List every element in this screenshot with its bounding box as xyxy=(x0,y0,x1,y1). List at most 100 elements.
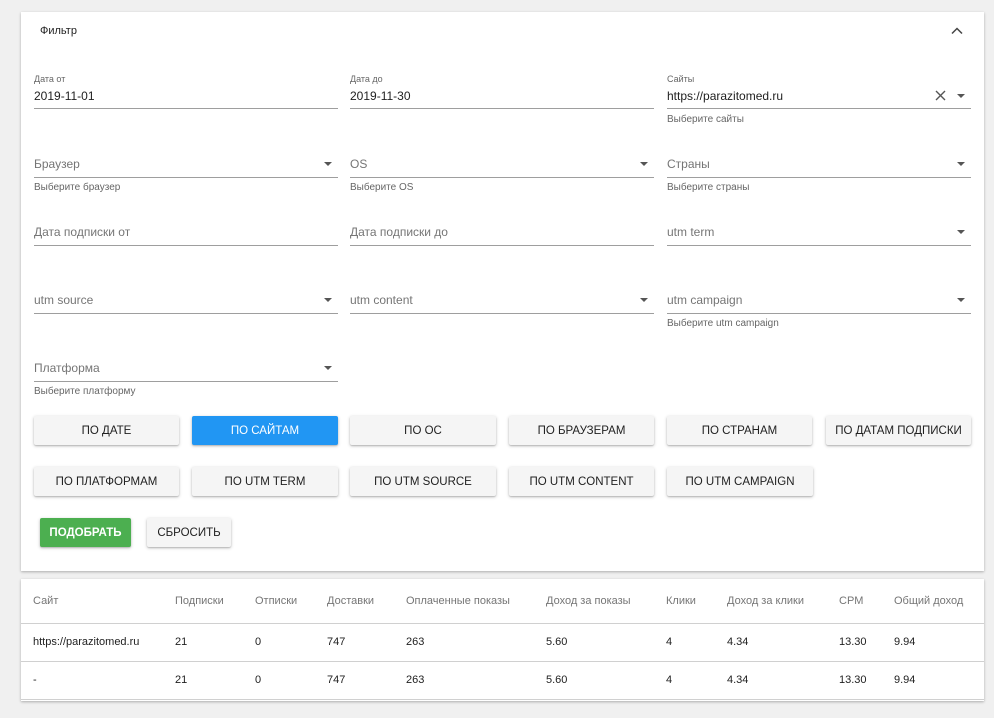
utm-source-select[interactable]: utm source xyxy=(34,290,338,316)
table-cell: 263 xyxy=(406,623,546,662)
table-cell: 5.60 xyxy=(546,623,666,662)
chevron-down-icon[interactable] xyxy=(957,94,965,98)
group-by-sub-date-button[interactable]: По датам подписки xyxy=(826,416,971,445)
results-table: Сайт Подписки Отписки Доставки Оплаченны… xyxy=(21,579,984,700)
utm-content-placeholder: utm content xyxy=(350,293,413,307)
table-cell: 13.30 xyxy=(839,623,894,662)
table-cell: https://parazitomed.ru xyxy=(21,623,175,662)
column-header[interactable]: Доход за клики xyxy=(727,579,839,624)
utm-source-placeholder: utm source xyxy=(34,293,94,307)
countries-select[interactable]: Страны Выберите страны xyxy=(667,154,971,198)
chevron-up-icon[interactable] xyxy=(950,24,964,38)
group-by-utm-term-button[interactable]: По UTM term xyxy=(192,467,338,496)
group-by-browsers-button[interactable]: По браузерам xyxy=(509,416,654,445)
filter-panel: Фильтр Дата от 2019-11-01 Дата до 2019-1… xyxy=(21,12,984,571)
column-header[interactable]: Общий доход xyxy=(894,579,984,624)
platform-select[interactable]: Платформа Выберите платформу xyxy=(34,358,338,402)
column-header[interactable]: Отписки xyxy=(255,579,327,624)
table-row: - 21 0 747 263 5.60 4 4.34 13.30 9.94 xyxy=(21,661,984,700)
os-underline xyxy=(350,177,654,178)
utm-campaign-select[interactable]: utm campaign Выберите utm campaign xyxy=(667,290,971,334)
browser-placeholder: Браузер xyxy=(34,157,80,171)
group-by-sites-button[interactable]: По сайтам xyxy=(192,416,338,445)
sites-hint: Выберите сайты xyxy=(667,114,744,125)
group-by-utm-source-button[interactable]: По UTM source xyxy=(350,467,496,496)
sub-date-to-field[interactable]: Дата подписки до xyxy=(350,222,654,248)
sub-date-to-placeholder: Дата подписки до xyxy=(350,225,448,239)
countries-placeholder: Страны xyxy=(667,157,710,171)
table-cell: 13.30 xyxy=(839,661,894,700)
chevron-down-icon[interactable] xyxy=(640,298,648,302)
table-cell: 5.60 xyxy=(546,661,666,700)
column-header[interactable]: Клики xyxy=(666,579,727,624)
sites-label: Сайты xyxy=(667,74,695,84)
date-to-field[interactable]: Дата до 2019-11-30 xyxy=(350,72,654,112)
chevron-down-icon[interactable] xyxy=(957,162,965,166)
column-header[interactable]: Доставки xyxy=(327,579,406,624)
filter-title: Фильтр xyxy=(40,25,77,37)
browser-select[interactable]: Браузер Выберите браузер xyxy=(34,154,338,198)
sub-date-from-field[interactable]: Дата подписки от xyxy=(34,222,338,248)
platform-hint: Выберите платформу xyxy=(34,386,136,397)
table-cell: 21 xyxy=(175,623,255,662)
table-cell: 747 xyxy=(327,661,406,700)
table-cell: 0 xyxy=(255,623,327,662)
os-hint: Выберите OS xyxy=(350,182,414,193)
column-header[interactable]: Оплаченные показы xyxy=(406,579,546,624)
date-to-label: Дата до xyxy=(350,74,383,84)
date-from-label: Дата от xyxy=(34,74,66,84)
column-header[interactable]: Подписки xyxy=(175,579,255,624)
utm-term-select[interactable]: utm term xyxy=(667,222,971,248)
chevron-down-icon[interactable] xyxy=(324,162,332,166)
table-cell: 21 xyxy=(175,661,255,700)
utm-content-select[interactable]: utm content xyxy=(350,290,654,316)
platform-underline xyxy=(34,381,338,382)
date-to-value: 2019-11-30 xyxy=(350,89,411,103)
browser-underline xyxy=(34,177,338,178)
column-header[interactable]: Доход за показы xyxy=(546,579,666,624)
os-placeholder: OS xyxy=(350,157,368,171)
group-by-os-button[interactable]: По ОС xyxy=(350,416,496,445)
utm-campaign-hint: Выберите utm campaign xyxy=(667,318,779,329)
platform-placeholder: Платформа xyxy=(34,361,100,375)
countries-hint: Выберите страны xyxy=(667,182,750,193)
date-from-field[interactable]: Дата от 2019-11-01 xyxy=(34,72,338,112)
utm-campaign-placeholder: utm campaign xyxy=(667,293,743,307)
sites-select[interactable]: Сайты https://parazitomed.ru Выберите са… xyxy=(667,72,971,128)
date-from-underline xyxy=(34,108,338,109)
date-to-underline xyxy=(350,108,654,109)
chevron-down-icon[interactable] xyxy=(957,230,965,234)
chevron-down-icon[interactable] xyxy=(324,298,332,302)
chevron-down-icon[interactable] xyxy=(957,298,965,302)
table-cell: 4.34 xyxy=(727,623,839,662)
table-header-row: Сайт Подписки Отписки Доставки Оплаченны… xyxy=(21,579,984,624)
sub-date-to-underline xyxy=(350,245,654,246)
group-by-utm-content-button[interactable]: По UTM content xyxy=(509,467,654,496)
table-cell: 263 xyxy=(406,661,546,700)
chevron-down-icon[interactable] xyxy=(324,366,332,370)
table-row: https://parazitomed.ru 21 0 747 263 5.60… xyxy=(21,623,984,662)
sites-value: https://parazitomed.ru xyxy=(667,89,784,103)
table-cell: 0 xyxy=(255,661,327,700)
table-cell: - xyxy=(21,661,175,700)
apply-button[interactable]: Подобрать xyxy=(40,518,131,547)
column-header[interactable]: Сайт xyxy=(21,579,175,624)
sub-date-from-underline xyxy=(34,245,338,246)
table-cell: 4 xyxy=(666,661,727,700)
group-by-platforms-button[interactable]: По платформам xyxy=(34,467,179,496)
utm-content-underline xyxy=(350,313,654,314)
sub-date-from-placeholder: Дата подписки от xyxy=(34,225,131,239)
group-by-utm-campaign-button[interactable]: По UTM campaign xyxy=(667,467,813,496)
table-cell: 9.94 xyxy=(894,661,984,700)
table-cell: 4.34 xyxy=(727,661,839,700)
reset-button[interactable]: Сбросить xyxy=(147,518,231,547)
group-by-countries-button[interactable]: По странам xyxy=(667,416,812,445)
group-by-date-button[interactable]: По дате xyxy=(34,416,179,445)
os-select[interactable]: OS Выберите OS xyxy=(350,154,654,198)
column-header[interactable]: CPM xyxy=(839,579,894,624)
utm-term-placeholder: utm term xyxy=(667,225,715,239)
chevron-down-icon[interactable] xyxy=(640,162,648,166)
utm-campaign-underline xyxy=(667,313,971,314)
clear-icon[interactable] xyxy=(934,89,947,102)
countries-underline xyxy=(667,177,971,178)
